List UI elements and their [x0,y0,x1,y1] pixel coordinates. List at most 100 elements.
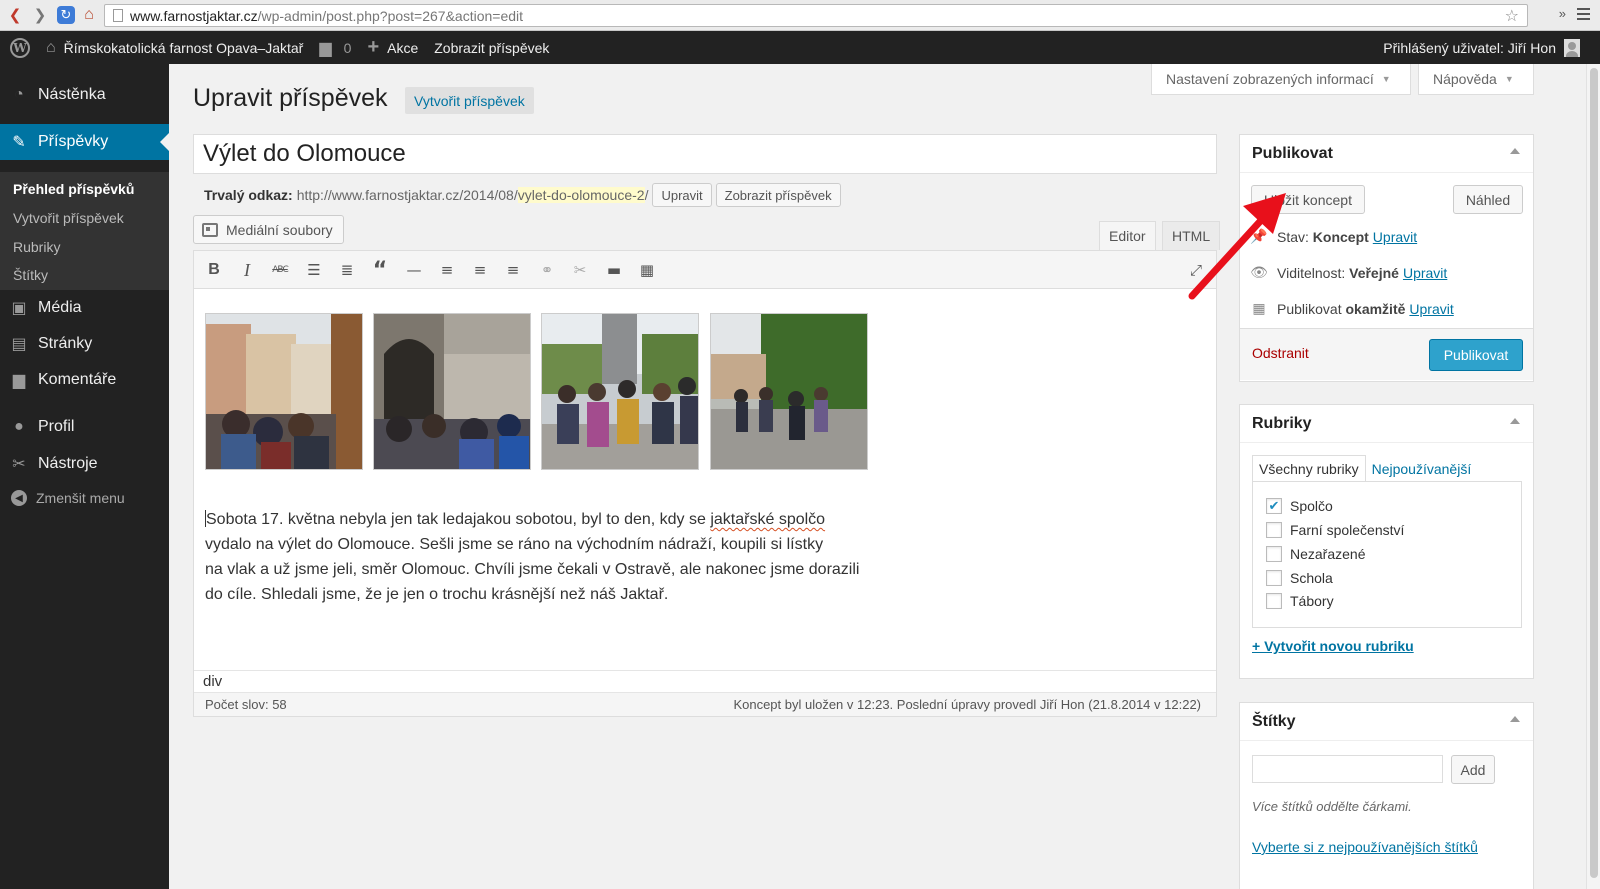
view-post-button[interactable]: Zobrazit příspěvek [715,183,841,207]
tag-cloud-link[interactable]: Vyberte si z nejpoužívanějších štítků [1252,839,1478,855]
user-greeting: Přihlášený uživatel: Jiří Hon [1383,39,1556,56]
category-checkbox[interactable]: ✔ [1266,498,1282,514]
street-photo [206,314,362,469]
screen-options-toggle[interactable]: Nastavení zobrazených informací ▼ [1151,64,1411,95]
publish-box-header[interactable]: Publikovat [1240,135,1533,173]
account-menu[interactable]: Přihlášený uživatel: Jiří Hon [1383,31,1580,64]
browser-menu-icon[interactable] [1577,8,1590,20]
comment-icon: ▆ [12,372,26,389]
help-toggle[interactable]: Nápověda ▼ [1418,64,1534,95]
blockquote-icon[interactable]: “ [369,258,391,283]
reload-icon[interactable]: ↻ [57,6,75,24]
schedule-row: ▦ Publikovat okamžitě Upravit [1250,300,1453,317]
category-item[interactable]: Schola [1266,570,1333,586]
post-title-input[interactable]: Výlet do Olomouce [193,134,1217,174]
category-item[interactable]: Nezařazené [1266,546,1366,562]
sidebar-item-comments[interactable]: ▆ Komentáře [0,362,169,398]
sidebar-item-media[interactable]: ▣ Média [0,290,169,326]
comments-link[interactable]: ▆ 0 [319,38,351,58]
collapse-toggle-icon[interactable] [1510,418,1520,424]
permalink-row: Trvalý odkaz: http://www.farnostjaktar.c… [204,183,841,207]
add-media-button[interactable]: Mediální soubory [193,215,344,244]
forward-icon[interactable]: ❯ [29,4,51,26]
align-center-icon[interactable]: ≡ [469,259,491,281]
insert-link-icon[interactable]: ⚭ [536,259,558,281]
post-content[interactable]: Sobota 17. května nebyla jen tak ledajak… [205,507,875,607]
edit-schedule-link[interactable]: Upravit [1409,301,1453,317]
edit-slug-button[interactable]: Upravit [652,183,712,207]
new-content-menu[interactable]: + Akce [367,36,418,59]
category-checkbox[interactable] [1266,522,1282,538]
sidebar-item-posts[interactable]: ✎ Příspěvky [0,124,169,160]
bookmark-star-icon[interactable]: ☆ [1505,6,1519,26]
misspelled-text: jaktařské spolčo [710,511,826,528]
sidebar-item-pages[interactable]: ▤ Stránky [0,326,169,362]
horizontal-line-icon[interactable]: — [403,259,425,281]
bullet-list-icon[interactable]: ☰ [303,259,325,281]
tab-html-editor[interactable]: HTML [1162,221,1221,250]
submenu-tags[interactable]: Štítky [13,267,48,283]
home-icon[interactable]: ⌂ [78,4,100,26]
align-left-icon[interactable]: ≡ [436,259,458,281]
sidebar-item-dashboard[interactable]: ◔ Nástěnka [0,77,169,113]
tab-most-used[interactable]: Nejpoužívanější [1366,455,1478,482]
category-checkbox[interactable] [1266,593,1282,609]
edit-visibility-link[interactable]: Upravit [1403,265,1447,281]
site-name-link[interactable]: ⌂ Římskokatolická farnost Opava–Jaktař [42,39,303,57]
view-post-link[interactable]: Zobrazit příspěvek [434,40,549,56]
publish-button[interactable]: Publikovat [1429,339,1523,371]
category-checkbox[interactable] [1266,570,1282,586]
add-tag-button[interactable]: Add [1451,755,1495,784]
wordpress-logo-icon[interactable]: W [10,37,30,58]
submenu-add-new[interactable]: Vytvořit příspěvek [13,210,124,226]
sidebar-item-label: Příspěvky [38,133,109,150]
submenu-categories[interactable]: Rubriky [13,239,60,255]
strikethrough-icon[interactable]: ABC [269,259,291,281]
categories-box-header[interactable]: Rubriky [1240,405,1533,443]
scrollbar-thumb[interactable] [1590,68,1598,878]
new-tag-input[interactable] [1252,755,1443,783]
extensions-overflow[interactable]: » [1559,6,1566,21]
category-item[interactable]: Farní společenství [1266,522,1404,538]
edit-status-link[interactable]: Upravit [1373,229,1417,245]
address-bar[interactable]: www.farnostjaktar.cz/wp-admin/post.php?p… [104,4,1528,27]
page-scrollbar[interactable] [1586,64,1600,889]
collapse-menu-button[interactable]: ◀ Zmenšit menu [0,490,125,506]
category-checkbox[interactable] [1266,546,1282,562]
site-name: Římskokatolická farnost Opava–Jaktař [63,39,304,56]
sidebar-item-profile[interactable]: ● Profil [0,409,169,445]
add-new-category-link[interactable]: + Vytvořit novou rubriku [1252,638,1414,654]
preview-button[interactable]: Náhled [1453,185,1523,214]
park-photo [711,314,867,469]
add-new-post-button[interactable]: Vytvořit příspěvek [405,87,534,114]
read-more-icon[interactable]: ▬ [603,259,625,281]
collapse-toggle-icon[interactable] [1510,716,1520,722]
gallery-image[interactable] [541,313,699,470]
tab-visual-editor[interactable]: Editor [1099,221,1156,250]
gallery-image[interactable] [710,313,868,470]
category-item[interactable]: ✔ Spolčo [1266,498,1333,514]
kitchen-sink-icon[interactable]: ▦ [636,259,658,281]
category-item[interactable]: Tábory [1266,593,1334,609]
collapse-toggle-icon[interactable] [1510,148,1520,154]
align-right-icon[interactable]: ≡ [502,259,524,281]
numbered-list-icon[interactable]: ≣ [336,259,358,281]
fullscreen-icon[interactable]: ⤢ [1185,259,1207,281]
gallery-image[interactable] [373,313,531,470]
italic-icon[interactable]: I [236,259,258,281]
post-editor: B I ABC ☰ ≣ “ — ≡ ≡ ≡ ⚭ ✂ ▬ ▦ ⤢ Sobota 1… [193,250,1217,717]
bold-icon[interactable]: B [203,259,225,281]
tags-box-header[interactable]: Štítky [1240,703,1533,741]
sidebar-item-tools[interactable]: ✂ Nástroje [0,446,169,482]
unlink-icon[interactable]: ✂ [569,259,591,281]
submenu-all-posts[interactable]: Přehled příspěvků [13,181,134,197]
editor-status-bar: Počet slov: 58 Koncept byl uložen v 12:2… [194,692,1216,716]
admin-sidebar: ◔ Nástěnka ✎ Příspěvky Přehled příspěvků… [0,64,169,889]
post-status-row: 📌 Stav: Koncept Upravit [1250,228,1417,245]
move-to-trash-link[interactable]: Odstranit [1252,345,1309,361]
gallery-image[interactable] [205,313,363,470]
tab-all-categories[interactable]: Všechny rubriky [1252,455,1366,482]
save-draft-button[interactable]: Uložit koncept [1251,185,1365,214]
back-icon[interactable]: ❮ [4,4,26,26]
permalink-slug[interactable]: vylet-do-olomouce-2 [517,187,645,203]
